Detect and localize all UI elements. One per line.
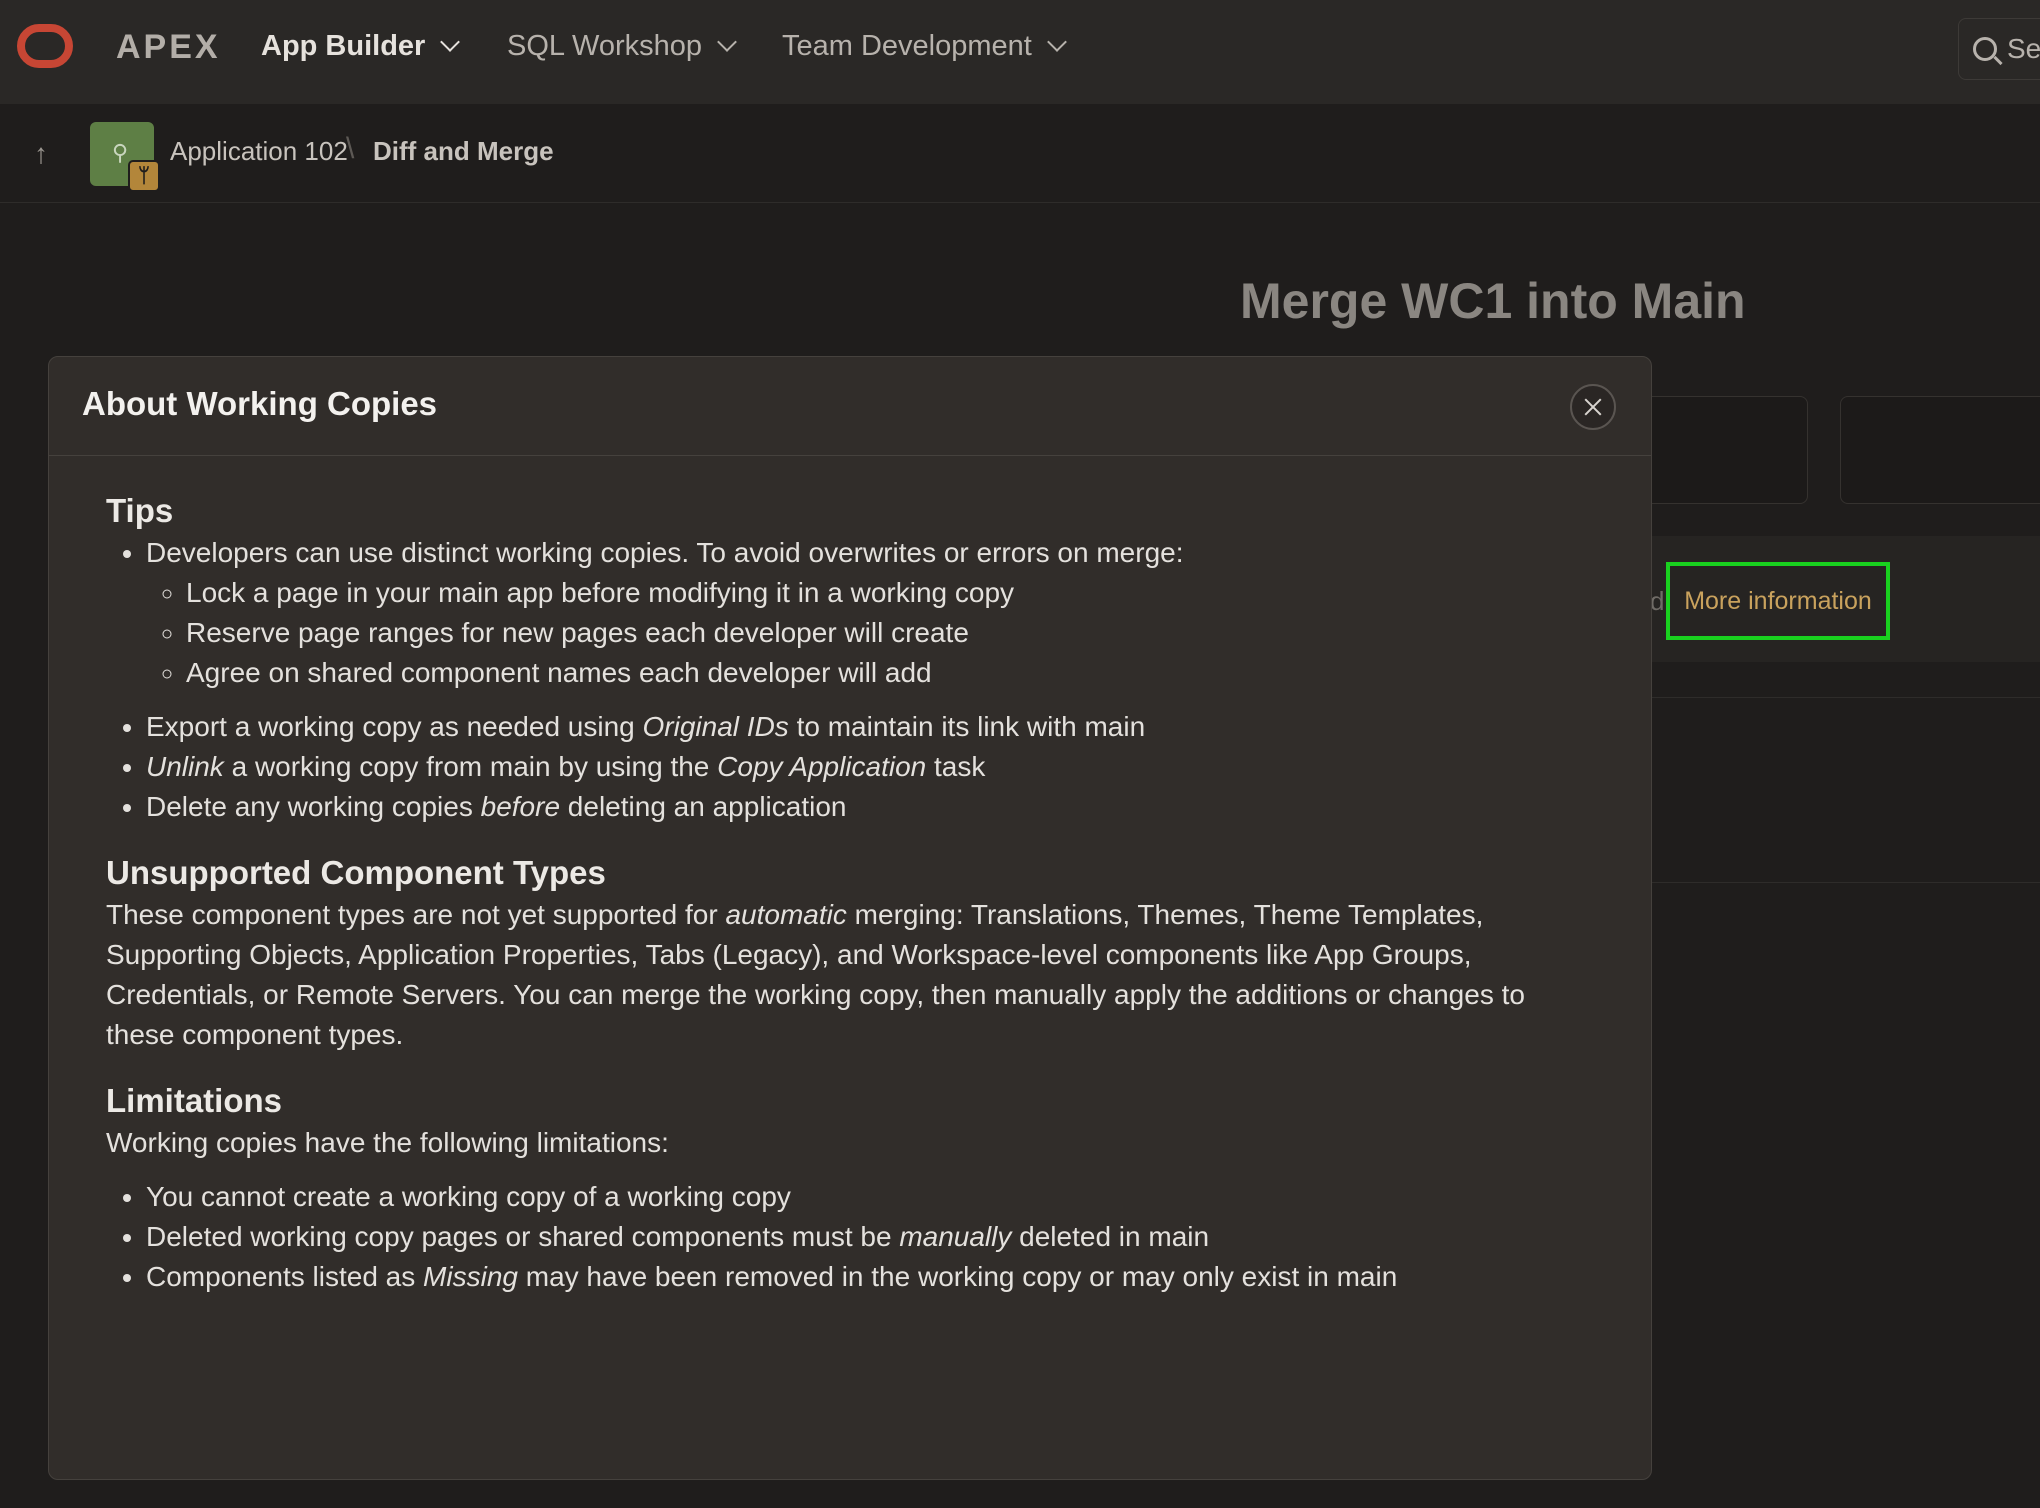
text: may have been removed in the working cop… <box>517 1261 1398 1292</box>
text: task <box>926 751 986 782</box>
text: a working copy from main by using the <box>223 751 718 782</box>
background-text-fragment: d <box>1650 586 1665 616</box>
list-item: You cannot create a working copy of a wo… <box>146 1177 1586 1217</box>
up-arrow-icon[interactable]: ↑ <box>34 138 48 170</box>
background-card <box>1840 396 2040 504</box>
divider <box>1640 882 2040 883</box>
working-copy-branch-icon: ᛘ <box>128 160 160 192</box>
emphasis: Copy Application <box>717 751 927 782</box>
search-placeholder: Se <box>2007 33 2040 64</box>
more-information-button[interactable]: More information <box>1666 562 1890 640</box>
text: deleting an application <box>560 791 847 822</box>
dialog-header: About Working Copies <box>49 357 1651 456</box>
divider <box>1640 697 2040 698</box>
tips-intro: Developers can use distinct working copi… <box>146 537 1184 568</box>
app-glyph-icon: ⚲ <box>112 140 129 165</box>
dialog-title: About Working Copies <box>82 385 438 422</box>
limitations-heading: Limitations <box>106 1082 283 1119</box>
nav-sql-workshop-label: SQL Workshop <box>507 30 703 62</box>
oracle-logo-icon[interactable] <box>17 24 73 68</box>
limitations-intro: Working copies have the following limita… <box>106 1127 669 1158</box>
breadcrumb-current: Diff and Merge <box>373 136 554 166</box>
nav-sql-workshop[interactable]: SQL Workshop <box>507 30 737 63</box>
chevron-down-icon <box>440 31 461 52</box>
list-item: Developers can use distinct working copi… <box>146 533 1586 707</box>
tips-sublist: Lock a page in your main app before modi… <box>146 573 1586 693</box>
list-item: Export a working copy as needed using Or… <box>146 707 1586 747</box>
emphasis: automatic <box>725 899 847 930</box>
tips-list: Developers can use distinct working copi… <box>106 533 1586 827</box>
list-item: Reserve page ranges for new pages each d… <box>186 613 1586 653</box>
nav-team-development-label: Team Development <box>782 30 1032 62</box>
text: Export a working copy as needed using <box>146 711 643 742</box>
nav-team-development[interactable]: Team Development <box>782 30 1067 63</box>
emphasis: Unlink <box>146 751 224 782</box>
emphasis: before <box>480 791 561 822</box>
apex-brand[interactable]: APEX <box>116 28 221 67</box>
nav-app-builder[interactable]: App Builder <box>261 30 461 63</box>
top-navigation-bar: APEX App Builder SQL Workshop Team Devel… <box>0 0 2040 104</box>
close-button[interactable] <box>1570 384 1616 430</box>
dialog-body: Tips Developers can use distinct working… <box>106 489 1586 1297</box>
breadcrumb-bar: ↑ ⚲ ᛘ Application 102 \ Diff and Merge <box>0 104 2040 203</box>
page-title: Merge WC1 into Main <box>1240 273 1746 329</box>
search-icon <box>1973 37 1997 61</box>
emphasis: manually <box>899 1221 1012 1252</box>
list-item: Deleted working copy pages or shared com… <box>146 1217 1586 1257</box>
breadcrumb-separator: \ <box>346 132 355 165</box>
limitations-list: You cannot create a working copy of a wo… <box>106 1177 1586 1297</box>
tips-heading: Tips <box>106 492 174 529</box>
emphasis: Original IDs <box>642 711 789 742</box>
text: Components listed as <box>146 1261 424 1292</box>
more-information-label: More information <box>1684 586 1872 615</box>
list-item: Lock a page in your main app before modi… <box>186 573 1586 613</box>
chevron-down-icon <box>717 31 737 52</box>
list-item: Components listed as Missing may have be… <box>146 1257 1586 1297</box>
about-working-copies-dialog: About Working Copies Tips Developers can… <box>48 356 1652 1480</box>
text: Deleted working copy pages or shared com… <box>146 1221 900 1252</box>
search-input[interactable]: Se <box>1958 18 2040 80</box>
list-item: Agree on shared component names each dev… <box>186 653 1586 693</box>
unsupported-paragraph: These component types are not yet suppor… <box>106 895 1586 1055</box>
list-item: Unlink a working copy from main by using… <box>146 747 1586 787</box>
text: These component types are not yet suppor… <box>106 899 726 930</box>
text: to maintain its link with main <box>788 711 1146 742</box>
chevron-down-icon <box>1046 31 1067 52</box>
text: deleted in main <box>1011 1221 1210 1252</box>
breadcrumb-application[interactable]: Application 102 <box>170 136 348 167</box>
background-card <box>1640 396 1808 504</box>
nav-app-builder-label: App Builder <box>261 30 426 62</box>
text: Delete any working copies <box>146 791 481 822</box>
unsupported-heading: Unsupported Component Types <box>106 854 606 891</box>
list-item: Delete any working copies before deletin… <box>146 787 1586 827</box>
emphasis: Missing <box>423 1261 518 1292</box>
